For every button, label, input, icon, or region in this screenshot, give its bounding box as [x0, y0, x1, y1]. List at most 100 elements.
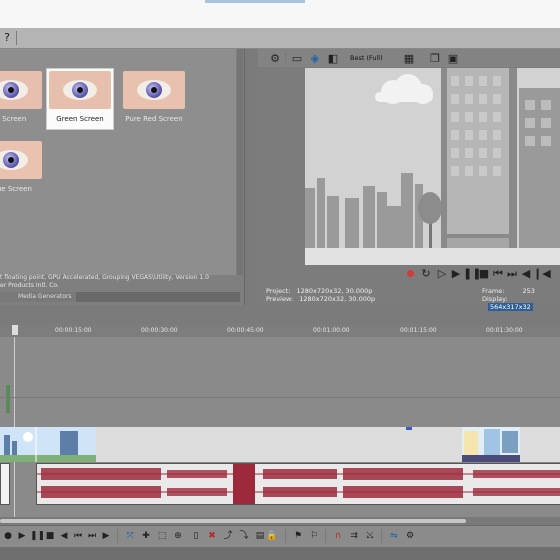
- transport-controls: ↻ ▷ ▶ ❚❚ ■ ⏮ ⏭ ◀ ❙◀: [405, 267, 560, 281]
- envelope-tool-icon[interactable]: ✚: [140, 530, 152, 542]
- split-tool-icon[interactable]: ▯: [190, 530, 202, 542]
- selection-tool-icon[interactable]: ⬚: [156, 530, 168, 542]
- fx-preset-green-screen[interactable]: Green Screen: [46, 68, 114, 130]
- project-label: Project:: [266, 287, 291, 295]
- fx-preset-blue-screen[interactable]: e Screen: [0, 71, 44, 123]
- next-frame-icon[interactable]: ⏭: [505, 267, 519, 281]
- trim-start-icon[interactable]: ⤴: [222, 530, 234, 542]
- timeline-scrollbar[interactable]: [0, 517, 560, 525]
- grid-icon[interactable]: ▦: [402, 52, 416, 66]
- play-from-start-icon[interactable]: ▷: [435, 267, 449, 281]
- play-icon[interactable]: ▶: [16, 530, 28, 542]
- prev-marker-icon[interactable]: ◀: [58, 530, 70, 542]
- frame-value: 253: [522, 287, 535, 295]
- eye-image: [63, 80, 97, 100]
- toolbar-divider: [325, 529, 326, 543]
- stop-icon[interactable]: ■: [477, 267, 491, 281]
- preset-label: e Screen: [0, 115, 27, 123]
- prev-frame-icon[interactable]: ⏮: [72, 530, 84, 542]
- pause-icon[interactable]: ❚❚: [30, 530, 45, 542]
- fx-info-line2: er Products Intl. Co.: [0, 282, 59, 289]
- record-icon[interactable]: ●: [2, 530, 14, 542]
- play-icon[interactable]: ▶: [449, 267, 463, 281]
- preview-device-icon[interactable]: ◧: [326, 52, 340, 66]
- lock-icon[interactable]: 🔒: [266, 530, 278, 542]
- trim-end-icon[interactable]: ⤵: [238, 530, 250, 542]
- split-icon[interactable]: ▭: [290, 52, 304, 66]
- region-marker[interactable]: [406, 427, 412, 430]
- status-bar: [0, 547, 560, 560]
- quality-dropdown[interactable]: Best (Full): [350, 54, 383, 62]
- preview-readout: Project: 1280x720x32, 30.000p Preview: 1…: [266, 287, 560, 311]
- envelope-marker[interactable]: [6, 385, 10, 413]
- main-toolbar: ?: [0, 28, 560, 49]
- prev-frame-icon[interactable]: ⏮: [491, 267, 505, 281]
- rewind-icon[interactable]: ◀: [519, 267, 533, 281]
- record-icon[interactable]: [407, 270, 414, 277]
- left-pane-tabs: Media Generators: [0, 292, 240, 302]
- stop-icon[interactable]: ■: [44, 530, 56, 542]
- normal-edit-tool-icon[interactable]: ⤧: [124, 530, 136, 542]
- video-track[interactable]: [0, 427, 560, 462]
- audio-waveform: [37, 464, 560, 504]
- fx-presets-grid: e Screen Green Screen Pure Red Screen Bl…: [0, 49, 236, 275]
- video-clip-end-frame: [462, 427, 520, 462]
- ruler-tick: 00:00:45:00: [227, 327, 264, 334]
- fx-info-text: t floating point, GPU Accelerated, Group…: [0, 274, 240, 292]
- copy-icon[interactable]: ❐: [428, 52, 442, 66]
- step-icon[interactable]: ❙◀: [533, 267, 551, 281]
- presets-scrollbar[interactable]: [237, 49, 243, 275]
- preset-thumbnail: [0, 71, 42, 109]
- preset-thumbnail: [0, 141, 42, 179]
- help-icon[interactable]: ?: [0, 31, 14, 45]
- next-marker-icon[interactable]: ▶: [100, 530, 112, 542]
- video-clip-end[interactable]: [462, 427, 520, 462]
- fx-preset-blue-screen-2[interactable]: Blue Screen: [0, 141, 44, 193]
- pause-icon[interactable]: ❚❚: [463, 267, 481, 281]
- zoom-tool-icon[interactable]: ⊕: [172, 530, 184, 542]
- preview-toolbar: ⚙ ▭ ◈ ◧ Best (Full) ▦ ❐ ▣: [258, 49, 560, 67]
- auto-ripple-icon[interactable]: ⇉: [348, 530, 360, 542]
- save-icon[interactable]: ▣: [446, 52, 460, 66]
- lock-envelopes-icon[interactable]: ⚙: [404, 530, 416, 542]
- fx-info-line1: t floating point, GPU Accelerated, Group…: [0, 274, 209, 281]
- preset-label: Green Screen: [56, 115, 104, 123]
- delete-icon[interactable]: ✖: [206, 530, 218, 542]
- audio-clip-start[interactable]: [0, 463, 10, 505]
- event-pan-crop-icon[interactable]: ⇋: [388, 530, 400, 542]
- gear-icon[interactable]: ⚙: [268, 52, 282, 66]
- playhead-marker[interactable]: [12, 325, 18, 335]
- preset-thumbnail: [123, 71, 185, 109]
- toolbar-divider: [16, 31, 17, 45]
- next-frame-icon[interactable]: ⏭: [86, 530, 98, 542]
- ruler-tick: 00:00:15:00: [55, 327, 92, 334]
- tab-media-generators[interactable]: Media Generators: [14, 292, 76, 302]
- preset-thumbnail: [49, 71, 111, 109]
- track-divider: [0, 397, 560, 398]
- region-icon[interactable]: ⚐: [308, 530, 320, 542]
- loop-icon[interactable]: ↻: [419, 267, 433, 281]
- ruler-tick: 00:00:30:00: [141, 327, 178, 334]
- eye-image: [137, 80, 171, 100]
- paste-icon[interactable]: ▤: [254, 530, 266, 542]
- display-value: 564x317x32: [488, 303, 533, 311]
- toolbar-divider: [117, 529, 118, 543]
- fx-preset-pure-red-screen[interactable]: Pure Red Screen: [121, 71, 187, 123]
- video-clip-thumbnails[interactable]: [0, 427, 96, 462]
- video-scopes-icon[interactable]: ◈: [308, 52, 322, 66]
- marker-icon[interactable]: ⚑: [292, 530, 304, 542]
- preview-video-frame: [305, 60, 560, 265]
- toolbar-divider: [285, 52, 286, 66]
- ruler-tick: 00:01:15:00: [400, 327, 437, 334]
- preview-frame-image: [305, 60, 560, 265]
- scrollbar-thumb[interactable]: [0, 519, 466, 523]
- crossfade-icon[interactable]: ⤩: [364, 530, 376, 542]
- preset-label: Blue Screen: [0, 185, 32, 193]
- audio-track[interactable]: [36, 463, 560, 505]
- eye-image: [0, 80, 28, 100]
- ruler-tick: 00:01:00:00: [313, 327, 350, 334]
- project-value: 1280x720x32, 30.000p: [296, 287, 373, 295]
- toolbar-divider: [285, 529, 286, 543]
- frame-label: Frame:: [482, 287, 505, 295]
- snapping-icon[interactable]: ∩: [332, 530, 344, 542]
